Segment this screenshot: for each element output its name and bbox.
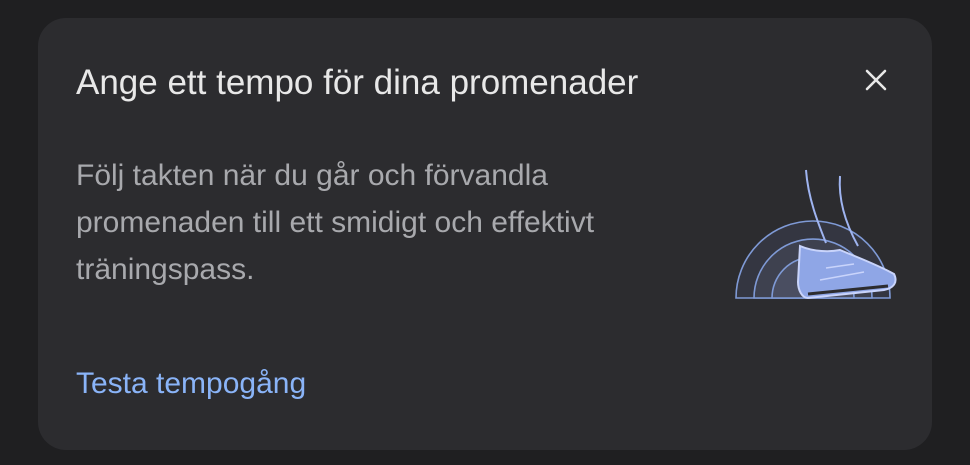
- close-icon: [865, 69, 887, 91]
- card-description: Följ takten när du går och förvandla pro…: [76, 159, 595, 286]
- walking-shoe-icon: [735, 169, 897, 300]
- try-pace-walk-link[interactable]: Testa tempogång: [76, 364, 306, 404]
- card-title: Ange ett tempo för dina promenader: [76, 63, 639, 102]
- close-button[interactable]: [854, 58, 898, 102]
- pace-walk-card: Ange ett tempo för dina promenader Följ …: [38, 18, 932, 450]
